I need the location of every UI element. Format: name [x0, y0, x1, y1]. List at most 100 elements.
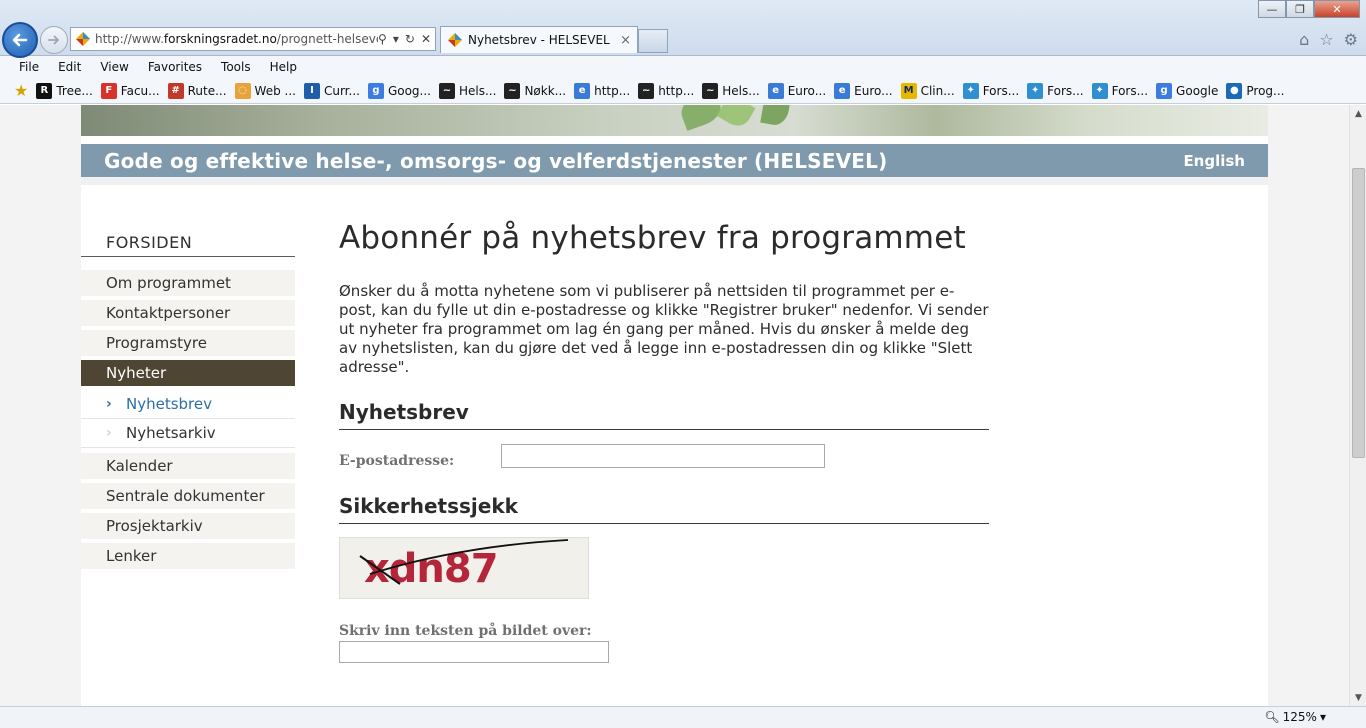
forward-button[interactable]: [40, 26, 68, 54]
refresh-icon[interactable]: ↻: [405, 32, 415, 46]
nav-item-kalender[interactable]: Kalender: [81, 453, 295, 479]
favorite-item[interactable]: R Tree...: [36, 82, 93, 99]
left-navigation: FORSIDEN Om programmet Kontaktpersoner P…: [81, 233, 295, 573]
email-field[interactable]: [501, 444, 825, 468]
favorite-label: Clin...: [920, 83, 955, 98]
nav-item-programstyre[interactable]: Programstyre: [81, 330, 295, 356]
intro-paragraph: Ønsker du å motta nyhetene som vi publis…: [339, 282, 989, 376]
nav-item-prosjektarkiv[interactable]: Prosjektarkiv: [81, 513, 295, 539]
favorite-label: Fors...: [1047, 83, 1084, 98]
new-tab-button[interactable]: [638, 29, 668, 53]
back-arrow-icon: [12, 33, 28, 47]
menu-favorites[interactable]: Favorites: [148, 60, 202, 74]
favorite-item[interactable]: # Rute...: [167, 82, 227, 99]
favorite-item[interactable]: e Euro...: [767, 82, 827, 99]
favorite-favicon-icon: ✦: [1027, 82, 1044, 99]
zoom-dropdown-icon: ▾: [1319, 710, 1326, 724]
home-icon[interactable]: ⌂: [1299, 30, 1309, 49]
tab-close-icon[interactable]: ×: [620, 33, 637, 48]
favorite-favicon-icon: ◌: [234, 82, 251, 99]
english-link[interactable]: English: [1183, 152, 1245, 170]
site-favicon-icon: [76, 32, 90, 46]
favorite-item[interactable]: e Euro...: [834, 82, 893, 99]
favorite-item[interactable]: ~ Nøkk...: [504, 82, 567, 99]
menu-file[interactable]: File: [19, 60, 39, 74]
nav-item-nyheter[interactable]: Nyheter: [81, 360, 295, 386]
favorite-item[interactable]: e http...: [574, 82, 630, 99]
favorite-label: Euro...: [787, 83, 827, 98]
favorite-label: Euro...: [854, 83, 893, 98]
nav-item-lenker[interactable]: Lenker: [81, 543, 295, 569]
back-button[interactable]: [2, 22, 38, 58]
scroll-up-icon[interactable]: ▲: [1350, 105, 1366, 122]
favorite-item[interactable]: ✦ Fors...: [1027, 82, 1084, 99]
menu-view[interactable]: View: [100, 60, 128, 74]
favorite-item[interactable]: M Clin...: [900, 82, 955, 99]
favorite-item[interactable]: F Facu...: [100, 82, 160, 99]
settings-gear-icon[interactable]: ⚙: [1344, 30, 1358, 49]
newsletter-heading: Nyhetsbrev: [339, 400, 989, 430]
favorite-favicon-icon: R: [36, 82, 53, 99]
nav-sub-nyhetsbrev[interactable]: › Nyhetsbrev: [81, 390, 295, 419]
vertical-scrollbar[interactable]: ▲ ▼: [1349, 105, 1366, 706]
favorite-item[interactable]: I Curr...: [303, 82, 360, 99]
favorite-label: Nøkk...: [524, 83, 567, 98]
browser-toolbar: — ❐ ✕ http://www.forskningsradet.no/prog…: [0, 0, 1366, 58]
favorite-favicon-icon: ●: [1226, 82, 1243, 99]
dropdown-icon[interactable]: ▾: [393, 32, 399, 46]
favorite-label: Hels...: [459, 83, 497, 98]
favorite-label: Fors...: [1111, 83, 1149, 98]
favorite-favicon-icon: M: [900, 82, 917, 99]
favorite-item[interactable]: ~ Hels...: [702, 82, 760, 99]
menu-help[interactable]: Help: [270, 60, 297, 74]
favorite-item[interactable]: ✦ Fors...: [962, 82, 1019, 99]
security-check-heading: Sikkerhetssjekk: [339, 494, 989, 524]
scroll-down-icon[interactable]: ▼: [1350, 689, 1366, 706]
favorite-item[interactable]: ● Prog...: [1226, 82, 1284, 99]
scrollbar-thumb[interactable]: [1352, 168, 1365, 458]
favorite-item[interactable]: ✦ Fors...: [1091, 82, 1149, 99]
favorites-star-icon[interactable]: ☆: [1319, 30, 1333, 49]
nav-home-link[interactable]: FORSIDEN: [81, 233, 295, 257]
favorites-bar-star-icon[interactable]: ★: [14, 81, 28, 100]
favorite-label: Rute...: [187, 83, 227, 98]
favorite-label: Google: [1176, 83, 1219, 98]
page-viewport: Gode og effektive helse-, omsorgs- og ve…: [0, 105, 1349, 706]
favorites-bar: ★ R Tree... F Facu... # Rute... ◌ Web ... I Curr.…: [0, 78, 1366, 104]
close-window-button[interactable]: ✕: [1314, 0, 1360, 18]
favorite-favicon-icon: ✦: [962, 82, 979, 99]
menu-bar: File Edit View Favorites Tools Help: [0, 56, 1366, 78]
favorite-favicon-icon: ~: [702, 82, 719, 99]
status-bar: 🔍︎ 125% ▾: [0, 706, 1366, 728]
favorite-label: Curr...: [323, 83, 360, 98]
nav-sub-nyhetsarkiv[interactable]: › Nyhetsarkiv: [81, 419, 295, 448]
zoom-magnifier-icon: 🔍︎: [1264, 710, 1280, 724]
nav-item-kontaktpersoner[interactable]: Kontaktpersoner: [81, 300, 295, 326]
favorite-favicon-icon: g: [1156, 82, 1173, 99]
stop-icon[interactable]: ✕: [421, 32, 431, 46]
restore-button[interactable]: ❐: [1286, 0, 1314, 18]
favorite-item[interactable]: g Goog...: [367, 82, 431, 99]
tab-nyhetsbrev[interactable]: Nyhetsbrev - HELSEVEL ×: [440, 26, 638, 53]
favorite-item[interactable]: ~ http...: [638, 82, 695, 99]
chevron-right-icon: ›: [106, 396, 112, 412]
favorite-item[interactable]: g Google: [1156, 82, 1219, 99]
captcha-image: xdn87: [339, 537, 589, 599]
search-icon[interactable]: ⚲: [378, 32, 387, 46]
nav-item-om-programmet[interactable]: Om programmet: [81, 270, 295, 296]
zoom-control[interactable]: 🔍︎ 125% ▾: [1264, 710, 1326, 724]
favorite-favicon-icon: I: [303, 82, 320, 99]
main-content: Abonnér på nyhetsbrev fra programmet Øns…: [339, 218, 989, 663]
chevron-right-icon: ›: [106, 425, 112, 441]
captcha-input[interactable]: [339, 641, 609, 663]
menu-edit[interactable]: Edit: [58, 60, 81, 74]
favorite-item[interactable]: ◌ Web ...: [234, 82, 296, 99]
site-title[interactable]: Gode og effektive helse-, omsorgs- og ve…: [104, 149, 887, 173]
address-bar[interactable]: http://www.forskningsradet.no/prognett-h…: [70, 27, 436, 51]
header-divider: [81, 177, 1268, 185]
favorite-item[interactable]: ~ Hels...: [439, 82, 497, 99]
menu-tools[interactable]: Tools: [221, 60, 251, 74]
minimize-button[interactable]: —: [1258, 0, 1286, 18]
favorite-label: http...: [658, 83, 695, 98]
nav-item-sentrale-dokumenter[interactable]: Sentrale dokumenter: [81, 483, 295, 509]
